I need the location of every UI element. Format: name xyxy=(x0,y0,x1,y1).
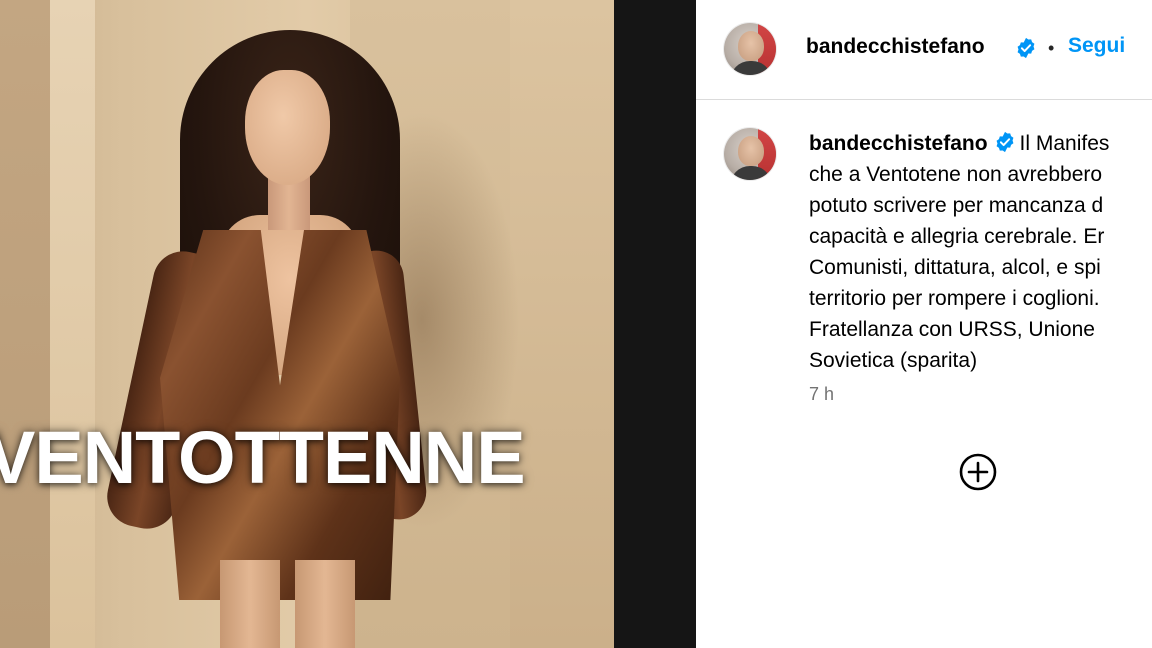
caption-author-avatar[interactable] xyxy=(724,128,776,180)
wall-panel xyxy=(0,0,50,648)
caption-line-first: bandecchistefano Il Manifes xyxy=(809,128,1152,159)
caption-text: Sovietica (sparita) xyxy=(809,349,978,372)
caption-text: Fratellanza con URSS, Unione xyxy=(809,318,1095,341)
author-username[interactable]: bandecchistefano xyxy=(806,35,985,59)
figure-leg-left xyxy=(220,560,280,648)
post-side-panel: bandecchistefano • Segui bandecchistefan… xyxy=(696,0,1152,648)
post-caption: bandecchistefano Il Manifes che a Ventote… xyxy=(809,128,1152,376)
caption-text: Comunisti, dittatura, alcol, e spi xyxy=(809,256,1101,279)
wall-panel xyxy=(50,0,95,648)
post-image[interactable]: VENTOTTENNE xyxy=(0,0,614,648)
follow-button[interactable]: Segui xyxy=(1068,34,1125,58)
header-separator: • xyxy=(1048,38,1055,58)
instagram-post-view: VENTOTTENNE bandecchistefano • Segui ban… xyxy=(0,0,1152,648)
image-panel-gap xyxy=(614,0,696,648)
post-header: bandecchistefano • Segui xyxy=(696,0,1152,100)
post-timestamp[interactable]: 7 h xyxy=(809,384,834,405)
plus-circle-icon[interactable] xyxy=(958,452,998,492)
figure-face xyxy=(245,70,330,185)
caption-username[interactable]: bandecchistefano xyxy=(809,132,988,155)
avatar-head xyxy=(738,31,764,61)
figure-leg-right xyxy=(295,560,355,648)
avatar-head xyxy=(738,136,764,166)
verified-badge-icon xyxy=(1017,37,1035,59)
caption-text: territorio per rompere i coglioni. xyxy=(809,287,1100,310)
author-avatar[interactable] xyxy=(724,23,776,75)
verified-badge-icon xyxy=(996,131,1013,153)
caption-text: potuto scrivere per mancanza d xyxy=(809,194,1104,217)
wall-panel xyxy=(510,0,614,648)
caption-text: che a Ventotene non avrebbero xyxy=(809,163,1103,186)
caption-text: Il Manifes xyxy=(1019,132,1110,155)
image-overlay-text: VENTOTTENNE xyxy=(0,416,526,499)
caption-text: capacità e allegria cerebrale. Er xyxy=(809,225,1105,248)
